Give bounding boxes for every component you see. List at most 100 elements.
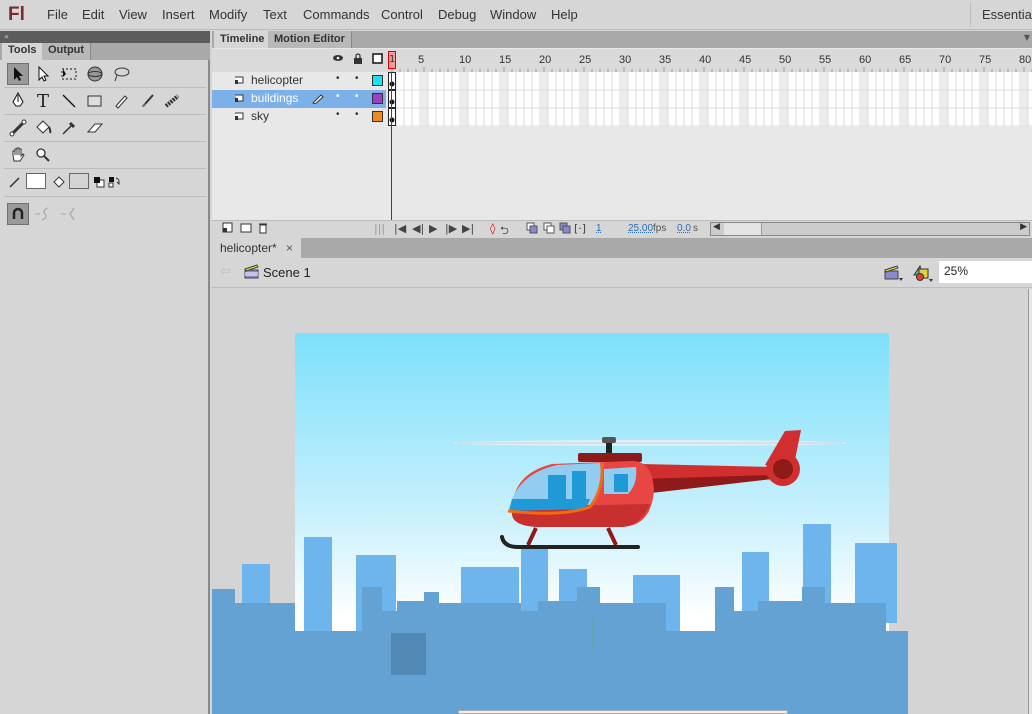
close-tab-icon[interactable]: × bbox=[286, 241, 293, 255]
frame-column-highlight bbox=[700, 72, 708, 127]
hand-tool[interactable] bbox=[7, 144, 29, 166]
menu-view[interactable]: View bbox=[119, 7, 147, 22]
layer-name[interactable]: helicopter bbox=[251, 73, 303, 87]
collapse-panel-button[interactable]: « bbox=[0, 31, 210, 43]
selection-tool[interactable] bbox=[7, 63, 29, 85]
resize-grip[interactable]: ||| bbox=[374, 222, 385, 235]
smooth-button[interactable] bbox=[32, 203, 54, 225]
go-to-first-frame-icon[interactable]: |◀ bbox=[394, 222, 406, 235]
scroll-right-icon[interactable]: ▶ bbox=[1020, 222, 1027, 232]
menu-insert[interactable]: Insert bbox=[162, 7, 195, 22]
lock-toggle[interactable]: • bbox=[355, 109, 359, 120]
brush-tool[interactable] bbox=[137, 90, 159, 112]
current-frame-value[interactable]: 1 bbox=[596, 223, 602, 234]
step-forward-icon[interactable]: |▶ bbox=[445, 222, 457, 235]
line-tool[interactable] bbox=[58, 90, 80, 112]
layer-row-buildings[interactable]: buildings • • bbox=[212, 90, 386, 108]
layer-row-sky[interactable]: sky • • bbox=[212, 108, 386, 126]
play-icon[interactable]: ▶ bbox=[429, 222, 437, 235]
lock-toggle[interactable]: • bbox=[355, 73, 359, 84]
onion-skin-icon[interactable] bbox=[526, 222, 538, 237]
menu-debug[interactable]: Debug bbox=[438, 7, 476, 22]
scroll-thumb[interactable] bbox=[724, 223, 762, 235]
layer-outline-color[interactable] bbox=[372, 93, 383, 104]
eye-icon[interactable] bbox=[332, 53, 344, 66]
document-tab[interactable]: helicopter* × bbox=[212, 238, 302, 258]
edit-scene-button[interactable] bbox=[884, 264, 904, 285]
outline-icon[interactable] bbox=[372, 53, 383, 67]
pen-tool[interactable] bbox=[7, 90, 29, 112]
stage-canvas[interactable] bbox=[212, 289, 1028, 714]
default-colors-button[interactable] bbox=[92, 171, 106, 193]
lock-toggle[interactable]: • bbox=[355, 91, 359, 102]
panel-menu-icon[interactable]: ▼ bbox=[1024, 33, 1030, 42]
back-arrow-icon[interactable]: ⇦ bbox=[220, 264, 231, 279]
swap-colors-button[interactable] bbox=[108, 171, 122, 193]
layer-outline-color[interactable] bbox=[372, 111, 383, 122]
elapsed-time-value[interactable]: 0.0 bbox=[677, 223, 691, 234]
text-tool[interactable]: T bbox=[32, 90, 54, 112]
bone-tool[interactable] bbox=[7, 117, 29, 139]
menu-modify[interactable]: Modify bbox=[209, 7, 247, 22]
snap-to-objects-button[interactable] bbox=[7, 203, 29, 225]
menu-window[interactable]: Window bbox=[490, 7, 536, 22]
step-back-icon[interactable]: ◀| bbox=[412, 222, 424, 235]
free-transform-tool[interactable] bbox=[58, 63, 80, 85]
layer-name[interactable]: buildings bbox=[251, 91, 298, 105]
stage-vertical-scrollbar[interactable] bbox=[1028, 289, 1032, 714]
tab-tools[interactable]: Tools bbox=[2, 43, 43, 60]
frame-column-highlight bbox=[860, 72, 868, 127]
new-layer-icon[interactable] bbox=[222, 222, 233, 236]
stage-horizontal-scrollbar[interactable] bbox=[458, 710, 788, 714]
zoom-tool[interactable] bbox=[32, 144, 54, 166]
frame-column-highlight bbox=[780, 72, 788, 127]
layer-row-helicopter[interactable]: helicopter • • bbox=[212, 72, 386, 90]
stage-area[interactable] bbox=[212, 289, 1028, 714]
layer-outline-color[interactable] bbox=[372, 75, 383, 86]
visibility-toggle[interactable]: • bbox=[336, 91, 340, 102]
ruler-label: 60 bbox=[859, 54, 872, 66]
frames-grid[interactable] bbox=[388, 72, 1032, 127]
timeline-panel: Timeline Motion Editor ▼ 1 5 10 15 20 25… bbox=[212, 31, 1032, 237]
deco-tool[interactable] bbox=[162, 90, 184, 112]
menu-file[interactable]: File bbox=[47, 7, 68, 22]
frame-rate-value[interactable]: 25.00 bbox=[628, 223, 653, 234]
stroke-color-swatch[interactable] bbox=[26, 173, 46, 189]
lock-icon[interactable] bbox=[353, 53, 363, 67]
menu-edit[interactable]: Edit bbox=[82, 7, 104, 22]
menu-help[interactable]: Help bbox=[551, 7, 578, 22]
onion-skin-outlines-icon[interactable] bbox=[543, 222, 555, 237]
tab-output[interactable]: Output bbox=[42, 43, 92, 60]
workspace-switcher[interactable]: Essentials bbox=[982, 7, 1032, 22]
zoom-level-input[interactable]: 25% bbox=[939, 261, 1032, 283]
menu-commands[interactable]: Commands bbox=[303, 7, 369, 22]
edit-symbols-button[interactable] bbox=[912, 263, 934, 286]
timeline-horizontal-scrollbar[interactable]: ◀ ▶ bbox=[710, 222, 1030, 236]
new-folder-icon[interactable] bbox=[240, 222, 252, 236]
subselect-arrow-icon bbox=[38, 66, 50, 82]
fill-color-swatch[interactable] bbox=[69, 173, 89, 189]
paint-bucket-tool[interactable] bbox=[32, 117, 54, 139]
rectangle-tool[interactable] bbox=[84, 90, 106, 112]
menu-text[interactable]: Text bbox=[263, 7, 287, 22]
tab-motion-editor[interactable]: Motion Editor bbox=[268, 31, 352, 48]
visibility-toggle[interactable]: • bbox=[336, 109, 340, 120]
center-frame-icon[interactable]: ◊ bbox=[490, 222, 495, 235]
menu-control[interactable]: Control bbox=[381, 7, 423, 22]
visibility-toggle[interactable]: • bbox=[336, 73, 340, 84]
tab-timeline[interactable]: Timeline bbox=[214, 31, 271, 48]
scroll-left-icon[interactable]: ◀ bbox=[713, 222, 720, 232]
go-to-last-frame-icon[interactable]: ▶| bbox=[462, 222, 474, 235]
edit-multiple-frames-icon[interactable] bbox=[559, 222, 571, 237]
layer-name[interactable]: sky bbox=[251, 109, 269, 123]
lasso-tool[interactable] bbox=[110, 63, 132, 85]
subselection-tool[interactable] bbox=[32, 63, 54, 85]
modify-onion-markers-icon[interactable]: [·] bbox=[574, 222, 586, 235]
ruler-label: 75 bbox=[979, 54, 992, 66]
trash-icon[interactable] bbox=[258, 222, 268, 237]
pencil-tool[interactable] bbox=[110, 90, 132, 112]
3d-rotation-tool[interactable] bbox=[84, 63, 106, 85]
eraser-tool[interactable] bbox=[84, 117, 106, 139]
straighten-button[interactable] bbox=[58, 203, 80, 225]
eyedropper-tool[interactable] bbox=[58, 117, 80, 139]
